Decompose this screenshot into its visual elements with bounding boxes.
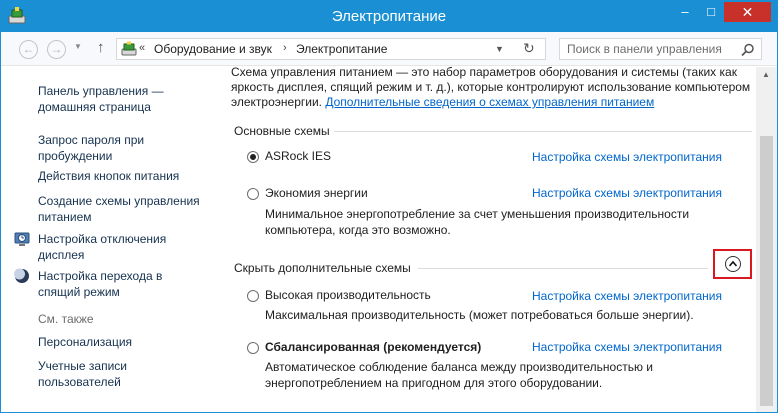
more-info-link[interactable]: Дополнительные сведения о схемах управле… xyxy=(325,95,654,109)
up-button[interactable]: ↑ xyxy=(97,39,105,56)
forward-button[interactable]: → xyxy=(47,40,66,59)
recent-locations-button[interactable]: ▼ xyxy=(74,42,82,51)
chevron-up-icon xyxy=(729,260,737,267)
plan-desc-power-saver: Минимальное энергопотребление за счет ум… xyxy=(265,207,690,237)
plan-name-high-performance[interactable]: Высокая производительность xyxy=(265,288,431,302)
section-divider xyxy=(418,268,708,269)
close-button[interactable]: ✕ xyxy=(724,2,771,22)
collapse-highlight-box xyxy=(713,249,752,279)
display-timeout-icon xyxy=(14,232,30,246)
configure-plan-link[interactable]: Настройка схемы электропитания xyxy=(532,340,722,354)
power-options-window: Электропитание – □ ✕ ← → ▼ ↑ « Оборудова… xyxy=(0,0,778,413)
intro-text: Схема управления питанием — это набор па… xyxy=(231,65,751,110)
maximize-button[interactable]: □ xyxy=(698,2,724,22)
sidebar: Панель управления — домашняя страница За… xyxy=(1,67,211,412)
radio-high-performance[interactable] xyxy=(247,290,259,302)
sidebar-power-buttons[interactable]: Действия кнопок питания xyxy=(38,168,179,184)
scroll-thumb[interactable] xyxy=(760,136,773,406)
configure-plan-link[interactable]: Настройка схемы электропитания xyxy=(532,186,722,200)
plan-desc-high-performance: Максимальная производительность (может п… xyxy=(265,308,694,322)
breadcrumb-hardware-sound[interactable]: Оборудование и звук xyxy=(154,42,272,56)
breadcrumb-overflow-icon[interactable]: « xyxy=(139,42,145,54)
sidebar-personalization[interactable]: Персонализация xyxy=(38,334,132,350)
plan-name-power-saver[interactable]: Экономия энергии xyxy=(265,186,368,200)
sidebar-sleep-mode[interactable]: Настройка перехода в спящий режим xyxy=(38,268,162,300)
radio-balanced[interactable] xyxy=(247,342,259,354)
configure-plan-link[interactable]: Настройка схемы электропитания xyxy=(532,150,722,164)
collapse-button[interactable] xyxy=(725,256,741,272)
address-bar[interactable]: « Оборудование и звук › Электропитание ▼… xyxy=(116,38,546,60)
search-input[interactable] xyxy=(559,38,762,60)
section-divider xyxy=(334,131,752,132)
breadcrumb-power-options[interactable]: Электропитание xyxy=(296,42,387,56)
sidebar-control-panel-home[interactable]: Панель управления — домашняя страница xyxy=(38,83,164,115)
control-panel-icon xyxy=(121,41,137,56)
hide-additional-schemes-heading[interactable]: Скрыть дополнительные схемы xyxy=(234,261,411,275)
plan-name-asrock-ies[interactable]: ASRock IES xyxy=(265,149,331,163)
navigation-bar: ← → ▼ ↑ « Оборудование и звук › Электроп… xyxy=(1,32,777,66)
window-title: Электропитание xyxy=(331,8,447,25)
sidebar-create-power-plan[interactable]: Создание схемы управления питанием xyxy=(38,193,200,225)
plan-desc-balanced: Автоматическое соблюдение баланса между … xyxy=(265,360,654,390)
minimize-button[interactable]: – xyxy=(672,2,698,22)
back-button[interactable]: ← xyxy=(19,40,38,59)
scroll-up-icon[interactable]: ▲ xyxy=(762,70,770,79)
configure-plan-link[interactable]: Настройка схемы электропитания xyxy=(532,289,722,303)
radio-power-saver[interactable] xyxy=(247,188,259,200)
sidebar-display-off[interactable]: Настройка отключения дисплея xyxy=(38,231,166,263)
see-also-heading: См. также xyxy=(38,312,94,326)
sleep-moon-icon xyxy=(14,268,29,283)
plan-name-balanced[interactable]: Сбалансированная (рекомендуется) xyxy=(265,340,481,354)
vertical-scrollbar[interactable]: ▲ xyxy=(756,67,777,412)
sidebar-user-accounts[interactable]: Учетные записи пользователей xyxy=(38,358,127,390)
radio-asrock-ies[interactable] xyxy=(247,151,259,163)
main-schemes-heading: Основные схемы xyxy=(234,124,330,138)
breadcrumb-separator-icon[interactable]: › xyxy=(283,42,287,54)
sidebar-wakeup-password[interactable]: Запрос пароля при пробуждении xyxy=(38,132,144,164)
refresh-icon[interactable]: ↻ xyxy=(523,40,535,57)
title-bar[interactable]: Электропитание – □ ✕ xyxy=(1,1,777,32)
main-content: Схема управления питанием — это набор па… xyxy=(211,65,756,412)
search-icon[interactable] xyxy=(741,43,755,57)
address-dropdown-icon[interactable]: ▼ xyxy=(495,44,504,54)
